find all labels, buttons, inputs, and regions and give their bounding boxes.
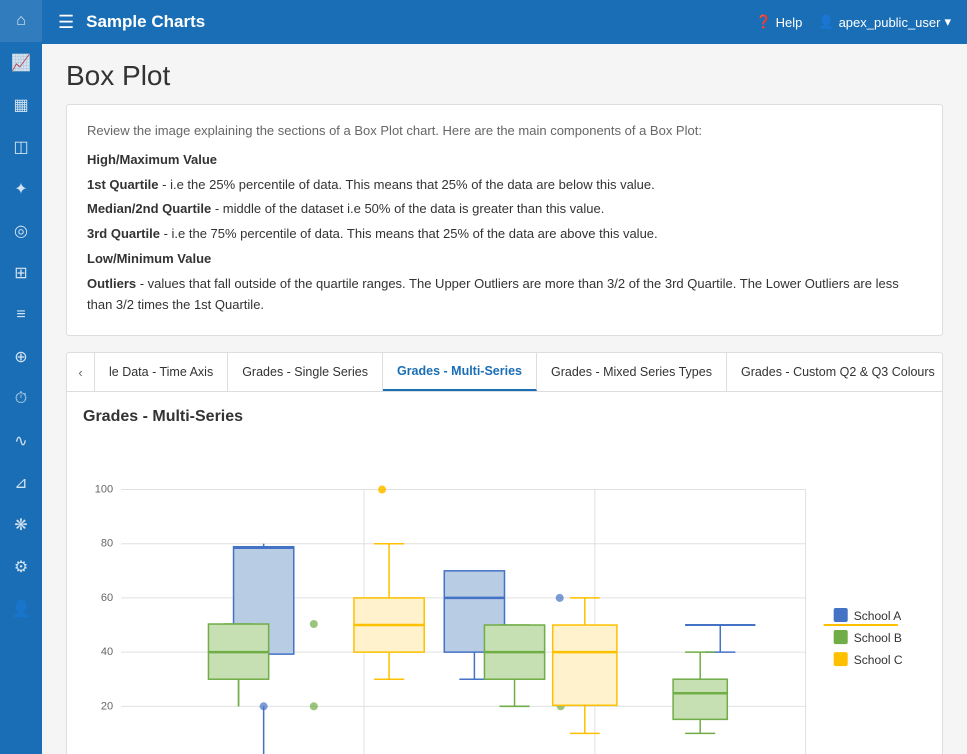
list-icon[interactable]: ≡ [0, 294, 42, 336]
dropdown-icon: ▾ [944, 14, 951, 30]
item-median-desc: - middle of the dataset i.e 50% of the d… [211, 201, 604, 216]
list-item: 3rd Quartile - i.e the 75% percentile of… [87, 224, 922, 245]
item-outliers-label: Outliers [87, 276, 136, 291]
svg-text:80: 80 [101, 538, 113, 550]
svg-text:100: 100 [95, 484, 113, 496]
svg-text:School C: School C [854, 654, 903, 668]
user-avatar-icon: 👤 [818, 14, 834, 30]
tab-mixed-series[interactable]: Grades - Mixed Series Types [537, 353, 727, 391]
tab-scroll-left[interactable]: ‹ [67, 353, 95, 391]
clock-icon[interactable]: ⏱ [0, 378, 42, 420]
info-list: 1st Quartile - i.e the 25% percentile of… [87, 175, 922, 316]
help-label: Help [776, 15, 803, 30]
chart-line-icon[interactable]: 📈 [0, 42, 42, 84]
list-item: Low/Minimum Value [87, 249, 922, 270]
gauge-icon[interactable]: ◎ [0, 210, 42, 252]
home-icon[interactable]: ⌂ [0, 0, 42, 42]
chart-svg: 0 20 40 60 80 100 [83, 438, 926, 754]
sunburst-icon[interactable]: ❋ [0, 504, 42, 546]
list-item: Median/2nd Quartile - middle of the data… [87, 199, 922, 220]
box-physics-school-b [673, 652, 727, 733]
app-title: Sample Charts [86, 12, 755, 32]
tabs-container: ‹ le Data - Time Axis Grades - Single Se… [66, 352, 943, 391]
high-max-title: High/Maximum Value [87, 150, 922, 171]
item-median-label: Median/2nd Quartile [87, 201, 211, 216]
svg-text:20: 20 [101, 701, 113, 713]
item-3rd-quartile-desc: - i.e the 75% percentile of data. This m… [160, 226, 658, 241]
combo-icon[interactable]: ⊿ [0, 462, 42, 504]
chart-container: Grades - Multi-Series 0 20 40 60 80 100 [66, 391, 943, 754]
line-chart-icon[interactable]: ∿ [0, 420, 42, 462]
settings-icon[interactable]: ⚙ [0, 546, 42, 588]
info-top-text: Review the image explaining the sections… [87, 121, 922, 142]
list-item: 1st Quartile - i.e the 25% percentile of… [87, 175, 922, 196]
svg-text:School A: School A [854, 609, 902, 623]
list-item: Outliers - values that fall outside of t… [87, 274, 922, 316]
topnav-right: ❓ Help 👤 apex_public_user ▾ [755, 14, 951, 30]
area-chart-icon[interactable]: ◫ [0, 126, 42, 168]
box-english-school-b [208, 620, 317, 710]
svg-text:40: 40 [101, 647, 113, 659]
item-3rd-quartile-label: 3rd Quartile [87, 226, 160, 241]
user-menu[interactable]: 👤 apex_public_user ▾ [818, 14, 951, 30]
topnav: ☰ Sample Charts ❓ Help 👤 apex_public_use… [42, 0, 967, 44]
tab-multi-series[interactable]: Grades - Multi-Series [383, 353, 537, 391]
page-title: Box Plot [66, 60, 943, 92]
scatter-icon[interactable]: ✦ [0, 168, 42, 210]
username-label: apex_public_user [839, 15, 941, 30]
chart-title: Grades - Multi-Series [83, 408, 926, 426]
item-1st-quartile-desc: - i.e the 25% percentile of data. This m… [159, 177, 655, 192]
help-button[interactable]: ❓ Help [755, 14, 802, 30]
box-math-school-c [553, 598, 617, 733]
box-physics-school-a [685, 625, 755, 652]
svg-text:60: 60 [101, 592, 113, 604]
tab-custom-q[interactable]: Grades - Custom Q2 & Q3 Colours [727, 353, 943, 391]
map-icon[interactable]: ⊕ [0, 336, 42, 378]
sidebar: ⌂ 📈 ▦ ◫ ✦ ◎ ⊞ ≡ ⊕ ⏱ ∿ ⊿ ❋ ⚙ 👤 [0, 0, 42, 754]
table-icon[interactable]: ⊞ [0, 252, 42, 294]
tab-single-series[interactable]: Grades - Single Series [228, 353, 383, 391]
chart-area: 0 20 40 60 80 100 [83, 438, 926, 754]
item-1st-quartile-label: 1st Quartile [87, 177, 159, 192]
user-icon[interactable]: 👤 [0, 588, 42, 630]
help-circle-icon: ❓ [755, 14, 771, 30]
tab-time-axis[interactable]: le Data - Time Axis [95, 353, 228, 391]
info-box: Review the image explaining the sections… [66, 104, 943, 336]
item-low-label: Low/Minimum Value [87, 251, 211, 266]
bar-chart-icon[interactable]: ▦ [0, 84, 42, 126]
content-area: Box Plot Review the image explaining the… [42, 44, 967, 754]
main-wrapper: ☰ Sample Charts ❓ Help 👤 apex_public_use… [42, 0, 967, 754]
legend: School A School B School C [834, 608, 903, 667]
hamburger-button[interactable]: ☰ [58, 12, 74, 33]
svg-text:School B: School B [854, 631, 902, 645]
item-outliers-desc: - values that fall outside of the quarti… [87, 276, 899, 312]
